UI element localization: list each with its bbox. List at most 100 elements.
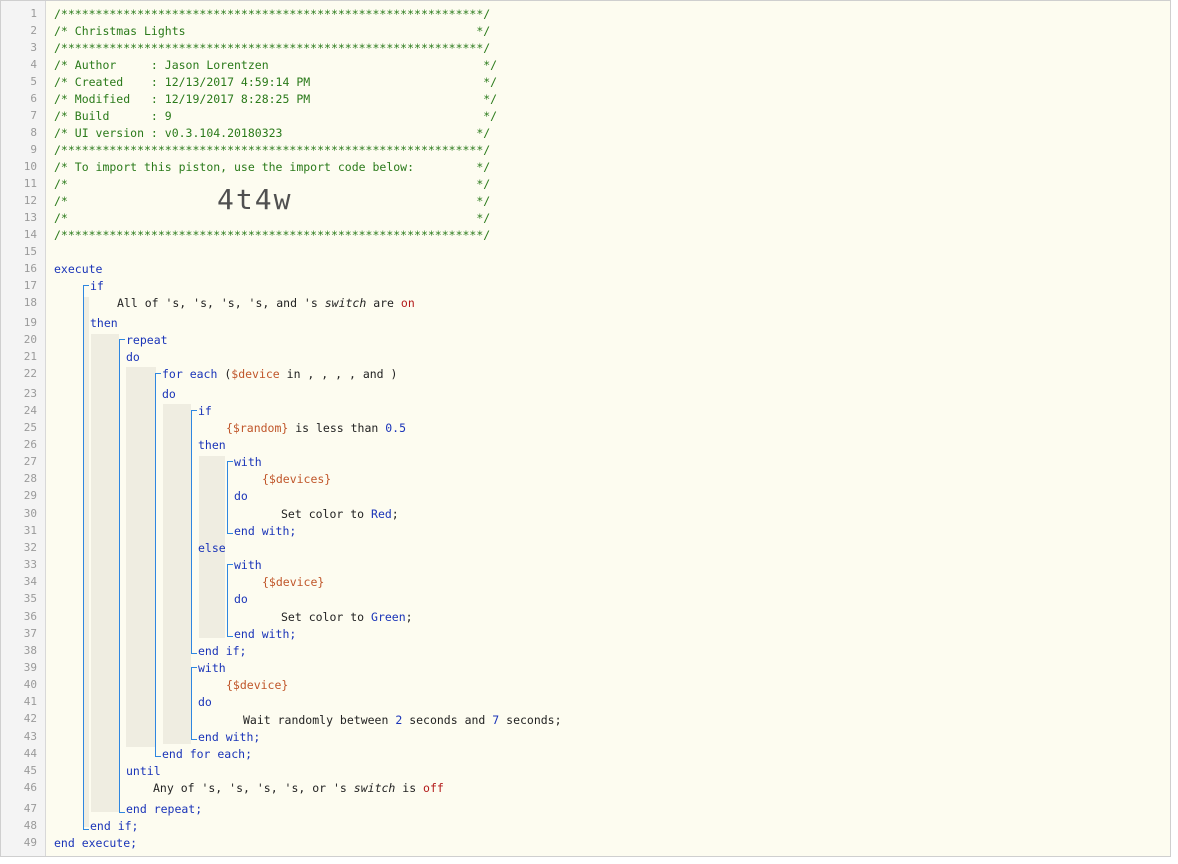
keyword-repeat: repeat — [126, 333, 168, 347]
variable-device[interactable]: {$device} — [262, 575, 324, 589]
condition-value: off — [423, 781, 444, 795]
variable-device[interactable]: {$device} — [226, 678, 288, 692]
keyword-end-execute: end execute; — [54, 836, 138, 850]
line-number: 47 — [23, 802, 37, 815]
keyword-if: if — [198, 404, 212, 418]
keyword-then: then — [198, 438, 226, 452]
line-number: 41 — [23, 695, 37, 708]
bracket-line — [119, 339, 120, 813]
bracket-tick — [83, 285, 89, 286]
line-number: 4 — [30, 58, 37, 71]
line-number: 13 — [23, 211, 37, 224]
keyword-with: with — [234, 455, 262, 469]
line-number: 15 — [23, 245, 37, 258]
line-number: 40 — [23, 678, 37, 691]
line-number: 27 — [23, 455, 37, 468]
action-end: ; — [405, 610, 413, 624]
keyword-with: with — [198, 661, 226, 675]
line-number: 39 — [23, 661, 37, 674]
keyword-do: do — [162, 387, 176, 401]
keyword-do: do — [234, 592, 248, 606]
line-number: 24 — [23, 404, 37, 417]
bracket-tick — [191, 739, 197, 740]
bracket-tick — [191, 653, 197, 654]
comment-border: /***************************************… — [54, 41, 491, 55]
keyword-end-if: end if; — [90, 819, 139, 833]
line-number: 25 — [23, 421, 37, 434]
condition-value: on — [400, 296, 415, 310]
comment-title: /* Christmas Lights */ — [54, 24, 491, 38]
bracket-tick — [119, 812, 125, 813]
bracket-tick — [155, 756, 161, 757]
action-set-color-red[interactable]: Set color to Red; — [281, 507, 399, 521]
line-number: 45 — [23, 764, 37, 777]
bracket-tick — [227, 564, 233, 565]
action-wait-randomly[interactable]: Wait randomly between 2 seconds and 7 se… — [243, 713, 562, 727]
bracket-line — [227, 564, 228, 637]
line-number: 23 — [23, 387, 37, 400]
comment-author: /* Author : Jason Lorentzen */ — [54, 58, 498, 72]
bracket-tick — [227, 636, 233, 637]
line-number: 19 — [23, 316, 37, 329]
condition-number: 0.5 — [385, 421, 407, 435]
line-number: 42 — [23, 712, 37, 725]
line-number: 16 — [23, 262, 37, 275]
comment-border: /***************************************… — [54, 228, 491, 242]
line-number: 29 — [23, 489, 37, 502]
condition-random[interactable]: {$random} is less than 0.5 — [226, 421, 406, 435]
line-number: 33 — [23, 558, 37, 571]
keyword-execute: execute — [54, 262, 103, 276]
import-code[interactable]: 4t4w — [217, 185, 292, 215]
line-number: 7 — [30, 109, 37, 122]
line-number: 10 — [23, 160, 37, 173]
line-number: 18 — [23, 296, 37, 309]
indent-shade — [163, 404, 191, 744]
condition-attribute: switch — [324, 296, 367, 310]
comment-created: /* Created : 12/13/2017 4:59:14 PM */ — [54, 75, 498, 89]
condition-all-switches-on[interactable]: All of 's, 's, 's, 's, and 's switch are… — [117, 296, 415, 310]
line-number: 9 — [30, 143, 37, 156]
variable-random: {$random} — [226, 421, 289, 435]
comment-border: /***************************************… — [54, 7, 491, 21]
condition-operator: is — [395, 781, 424, 795]
keyword-end-with: end with; — [198, 730, 261, 744]
line-number: 36 — [23, 610, 37, 623]
line-number: 3 — [30, 41, 37, 54]
line-number: 38 — [23, 644, 37, 657]
keyword-for-each: for each — [162, 367, 218, 381]
variable-devices[interactable]: {$devices} — [262, 472, 331, 486]
bracket-line — [227, 461, 228, 534]
wait-prefix: Wait randomly between — [243, 713, 396, 727]
line-number: 37 — [23, 627, 37, 640]
line-number: 11 — [23, 177, 37, 190]
bracket-tick — [155, 373, 161, 374]
line-number: 22 — [23, 367, 37, 380]
line-number: 30 — [23, 507, 37, 520]
bracket-tick — [119, 339, 125, 340]
wait-mid: seconds and — [402, 713, 493, 727]
wait-end: seconds; — [499, 713, 562, 727]
condition-prefix: All of 's, 's, 's, 's, and 's — [117, 296, 325, 310]
line-number: 20 — [23, 333, 37, 346]
for-each-statement[interactable]: for each ($device in , , , , and ) — [162, 367, 397, 381]
line-number: 14 — [23, 228, 37, 241]
keyword-end-with: end with; — [234, 627, 297, 641]
keyword-if: if — [90, 279, 104, 293]
keyword-with: with — [234, 558, 262, 572]
bracket-line — [155, 373, 156, 757]
bracket-line — [191, 667, 192, 740]
bracket-tick — [191, 667, 197, 668]
action-set-color-green[interactable]: Set color to Green; — [281, 610, 413, 624]
color-value: Green — [371, 610, 406, 624]
code-editor: 1 2 3 4 5 6 7 8 9 10 11 12 13 14 15 16 1… — [0, 0, 1171, 857]
line-number: 17 — [23, 279, 37, 292]
condition-operator: are — [366, 296, 401, 310]
keyword-end-for-each: end for each; — [162, 747, 253, 761]
keyword-until: until — [126, 764, 161, 778]
line-number: 44 — [23, 747, 37, 760]
comment-import-note: /* To import this piston, use the import… — [54, 160, 491, 174]
condition-prefix: Any of 's, 's, 's, 's, or 's — [153, 781, 354, 795]
indent-shade — [91, 334, 119, 812]
keyword-else: else — [198, 541, 226, 555]
condition-any-switch-off[interactable]: Any of 's, 's, 's, 's, or 's switch is o… — [153, 781, 444, 795]
